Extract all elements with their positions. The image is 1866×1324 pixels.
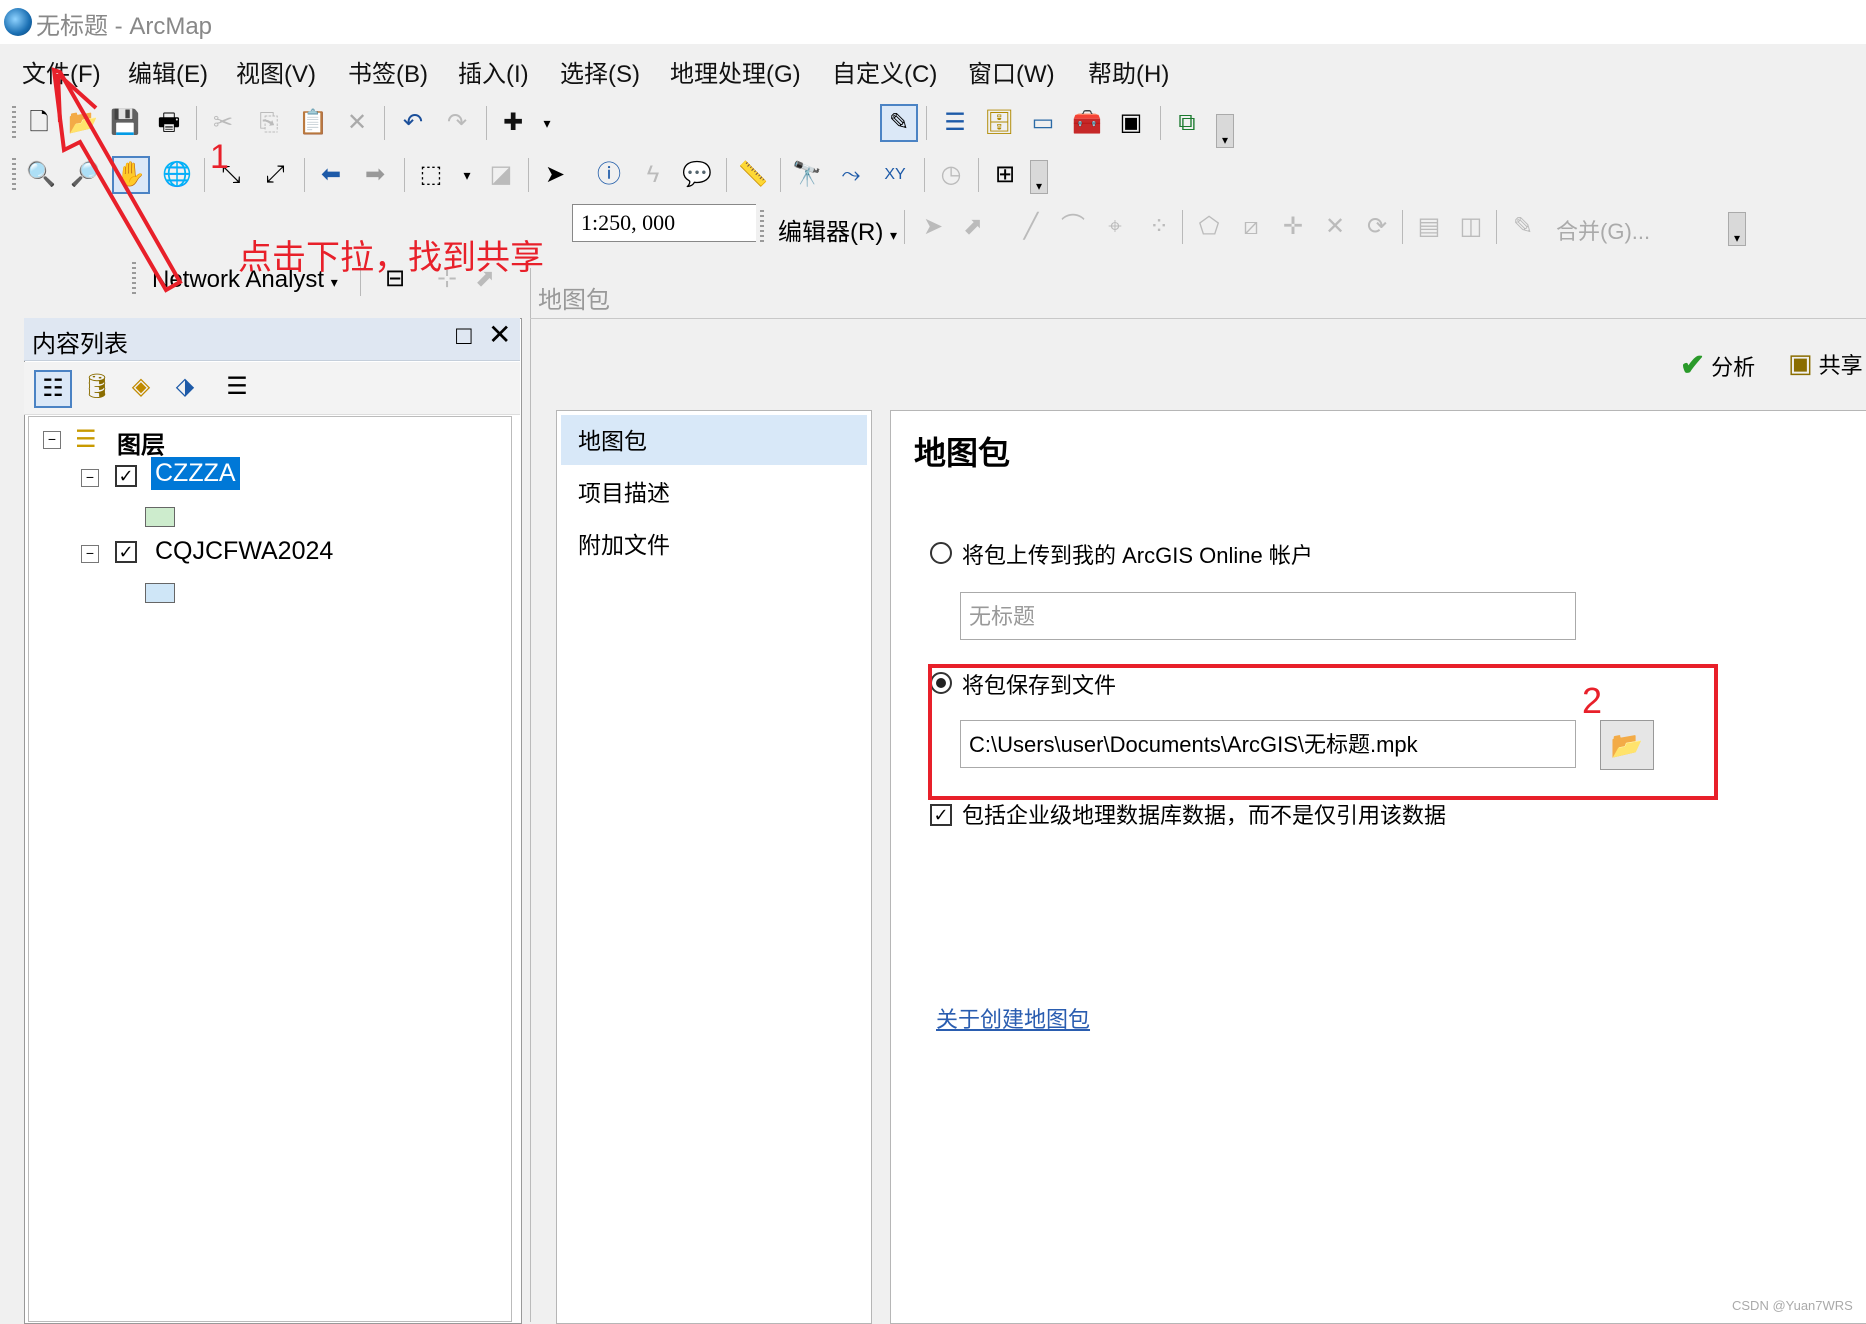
annotation-arrow (51, 67, 183, 293)
watermark: CSDN @Yuan7WRS (1732, 1298, 1853, 1313)
